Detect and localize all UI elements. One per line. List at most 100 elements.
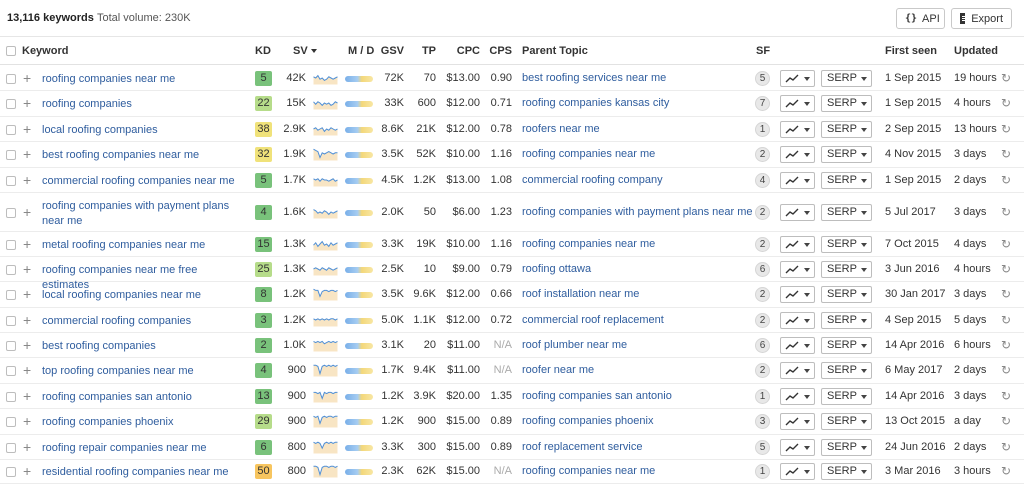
- sf-count-badge[interactable]: 6: [755, 262, 770, 277]
- sf-count-badge[interactable]: 6: [755, 338, 770, 353]
- row-checkbox[interactable]: [6, 392, 16, 402]
- refresh-icon[interactable]: ↻: [1001, 173, 1011, 187]
- add-to-list-icon[interactable]: +: [23, 389, 31, 403]
- trend-chart-dropdown[interactable]: [780, 204, 815, 221]
- row-checkbox[interactable]: [6, 99, 16, 109]
- row-checkbox[interactable]: [6, 290, 16, 300]
- add-to-list-icon[interactable]: +: [23, 205, 31, 219]
- parent-topic-link[interactable]: roofing companies near me: [522, 148, 655, 160]
- col-kd[interactable]: KD: [255, 45, 271, 57]
- sf-count-badge[interactable]: 5: [755, 71, 770, 86]
- row-checkbox[interactable]: [6, 443, 16, 453]
- trend-chart-dropdown[interactable]: [780, 261, 815, 278]
- add-to-list-icon[interactable]: +: [23, 464, 31, 478]
- parent-topic-link[interactable]: roofing companies near me: [522, 238, 655, 250]
- serp-dropdown[interactable]: SERP: [821, 172, 872, 189]
- trend-chart-dropdown[interactable]: [780, 146, 815, 163]
- col-keyword[interactable]: Keyword: [22, 45, 68, 57]
- trend-chart-dropdown[interactable]: [780, 95, 815, 112]
- sf-count-badge[interactable]: 7: [755, 96, 770, 111]
- trend-chart-dropdown[interactable]: [780, 312, 815, 329]
- serp-dropdown[interactable]: SERP: [821, 236, 872, 253]
- serp-dropdown[interactable]: SERP: [821, 286, 872, 303]
- add-to-list-icon[interactable]: +: [23, 96, 31, 110]
- keyword-link[interactable]: roofing companies phoenix: [42, 415, 247, 430]
- parent-topic-link[interactable]: roofer near me: [522, 364, 594, 376]
- sf-count-badge[interactable]: 2: [755, 313, 770, 328]
- add-to-list-icon[interactable]: +: [23, 122, 31, 136]
- parent-topic-link[interactable]: roofing companies kansas city: [522, 97, 669, 109]
- add-to-list-icon[interactable]: +: [23, 237, 31, 251]
- sf-count-badge[interactable]: 1: [755, 389, 770, 404]
- keyword-link[interactable]: local roofing companies near me: [42, 288, 247, 303]
- serp-dropdown[interactable]: SERP: [821, 362, 872, 379]
- parent-topic-link[interactable]: roofing ottawa: [522, 263, 591, 275]
- row-checkbox[interactable]: [6, 240, 16, 250]
- refresh-icon[interactable]: ↻: [1001, 96, 1011, 110]
- parent-topic-link[interactable]: roof installation near me: [522, 288, 639, 300]
- col-parent-topic[interactable]: Parent Topic: [522, 45, 588, 57]
- add-to-list-icon[interactable]: +: [23, 363, 31, 377]
- refresh-icon[interactable]: ↻: [1001, 389, 1011, 403]
- keyword-link[interactable]: commercial roofing companies: [42, 314, 247, 329]
- trend-chart-dropdown[interactable]: [780, 70, 815, 87]
- refresh-icon[interactable]: ↻: [1001, 71, 1011, 85]
- serp-dropdown[interactable]: SERP: [821, 204, 872, 221]
- trend-chart-dropdown[interactable]: [780, 121, 815, 138]
- sf-count-badge[interactable]: 3: [755, 414, 770, 429]
- refresh-icon[interactable]: ↻: [1001, 338, 1011, 352]
- serp-dropdown[interactable]: SERP: [821, 463, 872, 480]
- sf-count-badge[interactable]: 1: [755, 122, 770, 137]
- add-to-list-icon[interactable]: +: [23, 313, 31, 327]
- serp-dropdown[interactable]: SERP: [821, 413, 872, 430]
- col-gsv[interactable]: GSV: [374, 45, 404, 57]
- select-all-checkbox[interactable]: [6, 46, 16, 56]
- keyword-link[interactable]: roofing companies san antonio: [42, 390, 247, 405]
- row-checkbox[interactable]: [6, 125, 16, 135]
- keyword-link[interactable]: best roofing companies: [42, 339, 247, 354]
- row-checkbox[interactable]: [6, 176, 16, 186]
- parent-topic-link[interactable]: roof replacement service: [522, 441, 642, 453]
- refresh-icon[interactable]: ↻: [1001, 363, 1011, 377]
- serp-dropdown[interactable]: SERP: [821, 312, 872, 329]
- trend-chart-dropdown[interactable]: [780, 337, 815, 354]
- keyword-link[interactable]: roofing repair companies near me: [42, 441, 247, 456]
- add-to-list-icon[interactable]: +: [23, 287, 31, 301]
- refresh-icon[interactable]: ↻: [1001, 262, 1011, 276]
- refresh-icon[interactable]: ↻: [1001, 122, 1011, 136]
- keyword-link[interactable]: local roofing companies: [42, 123, 247, 138]
- parent-topic-link[interactable]: roofers near me: [522, 123, 600, 135]
- sf-count-badge[interactable]: 2: [755, 205, 770, 220]
- sf-count-badge[interactable]: 2: [755, 237, 770, 252]
- add-to-list-icon[interactable]: +: [23, 440, 31, 454]
- trend-chart-dropdown[interactable]: [780, 362, 815, 379]
- serp-dropdown[interactable]: SERP: [821, 121, 872, 138]
- row-checkbox[interactable]: [6, 208, 16, 218]
- row-checkbox[interactable]: [6, 417, 16, 427]
- sf-count-badge[interactable]: 1: [755, 464, 770, 479]
- parent-topic-link[interactable]: best roofing services near me: [522, 72, 666, 84]
- trend-chart-dropdown[interactable]: [780, 439, 815, 456]
- add-to-list-icon[interactable]: +: [23, 173, 31, 187]
- add-to-list-icon[interactable]: +: [23, 71, 31, 85]
- sf-count-badge[interactable]: 5: [755, 440, 770, 455]
- serp-dropdown[interactable]: SERP: [821, 439, 872, 456]
- parent-topic-link[interactable]: roofing companies with payment plans nea…: [522, 206, 753, 218]
- serp-dropdown[interactable]: SERP: [821, 337, 872, 354]
- row-checkbox[interactable]: [6, 150, 16, 160]
- row-checkbox[interactable]: [6, 467, 16, 477]
- export-button[interactable]: Export: [951, 8, 1012, 29]
- add-to-list-icon[interactable]: +: [23, 414, 31, 428]
- refresh-icon[interactable]: ↻: [1001, 287, 1011, 301]
- keyword-link[interactable]: roofing companies near me: [42, 72, 247, 87]
- serp-dropdown[interactable]: SERP: [821, 261, 872, 278]
- refresh-icon[interactable]: ↻: [1001, 147, 1011, 161]
- refresh-icon[interactable]: ↻: [1001, 237, 1011, 251]
- col-sf[interactable]: SF: [756, 45, 770, 57]
- parent-topic-link[interactable]: roofing companies phoenix: [522, 415, 653, 427]
- refresh-icon[interactable]: ↻: [1001, 313, 1011, 327]
- row-checkbox[interactable]: [6, 341, 16, 351]
- parent-topic-link[interactable]: roofing companies near me: [522, 465, 655, 477]
- trend-chart-dropdown[interactable]: [780, 236, 815, 253]
- row-checkbox[interactable]: [6, 265, 16, 275]
